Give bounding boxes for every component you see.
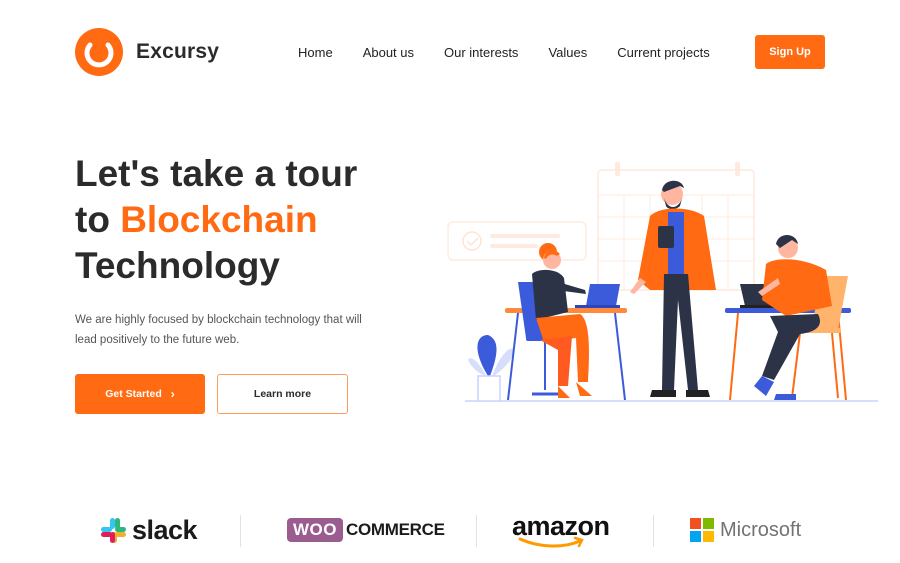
amazon-logo: amazon — [512, 505, 610, 555]
nav-home[interactable]: Home — [298, 45, 333, 60]
logo-divider — [653, 515, 654, 547]
slack-wordmark: slack — [132, 514, 198, 545]
hero-title-accent: Blockchain — [120, 199, 318, 240]
brand-logo[interactable]: Excursy — [75, 28, 219, 76]
microsoft-logo: Microsoft — [690, 505, 801, 555]
logo-divider — [476, 515, 477, 547]
learn-more-label: Learn more — [253, 388, 312, 400]
woocommerce-logo: WOO COMMERCE — [287, 505, 445, 555]
amazon-smile-icon — [518, 536, 584, 547]
slack-icon — [101, 517, 126, 543]
main-nav: Home About us Our interests Values Curre… — [298, 45, 740, 60]
nav-about-us[interactable]: About us — [363, 45, 414, 60]
hero-title-line3: Technology — [75, 245, 280, 286]
partner-logos: slack WOO COMMERCE amazon Microsoft — [0, 505, 900, 555]
hero-title-line1: Let's take a tour — [75, 153, 358, 194]
get-started-button[interactable]: Get Started › — [75, 374, 205, 414]
woo-badge: WOO — [287, 518, 343, 542]
nav-values[interactable]: Values — [548, 45, 587, 60]
woman-working-illustration — [532, 243, 592, 398]
logo-divider — [240, 515, 241, 547]
checklist-card-illustration — [447, 221, 587, 261]
hero-title: Let's take a tour to Blockchain Technolo… — [75, 151, 435, 289]
slack-logo: slack — [100, 505, 198, 555]
chevron-right-icon: › — [170, 387, 175, 401]
microsoft-icon — [690, 518, 714, 542]
learn-more-button[interactable]: Learn more — [217, 374, 348, 414]
hero-title-line2-prefix: to — [75, 199, 121, 240]
woocommerce-wordmark: COMMERCE — [346, 520, 445, 539]
plant-illustration — [468, 335, 514, 402]
microsoft-wordmark: Microsoft — [720, 518, 802, 541]
get-started-label: Get Started — [105, 388, 162, 400]
nav-current-projects[interactable]: Current projects — [617, 45, 709, 60]
nav-our-interests[interactable]: Our interests — [444, 45, 518, 60]
brand-logo-mark — [75, 28, 123, 76]
brand-name: Excursy — [136, 40, 220, 63]
hero-description: We are highly focused by blockchain tech… — [75, 314, 362, 346]
sign-up-button[interactable]: Sign Up — [755, 35, 825, 69]
team-working-illustration — [447, 162, 878, 402]
